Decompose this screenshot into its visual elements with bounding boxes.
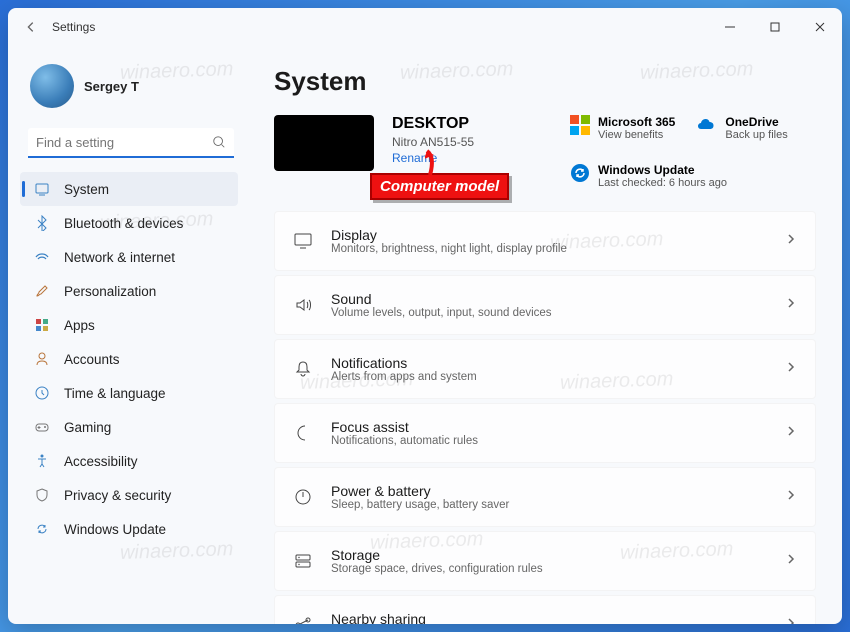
- sidebar-item-bluetooth-devices[interactable]: Bluetooth & devices: [20, 206, 238, 240]
- setting-nearby-sharing[interactable]: Nearby sharingDiscoverability, received …: [274, 595, 816, 624]
- m365-card[interactable]: Microsoft 365View benefits: [570, 115, 675, 141]
- update-icon: [34, 521, 50, 537]
- privacy-icon: [34, 487, 50, 503]
- setting-sound[interactable]: SoundVolume levels, output, input, sound…: [274, 275, 816, 335]
- system-icon: [34, 181, 50, 197]
- callout-label: Computer model: [370, 173, 509, 200]
- sidebar-item-system[interactable]: System: [20, 172, 238, 206]
- sidebar-item-label: Personalization: [64, 284, 156, 299]
- sidebar-item-gaming[interactable]: Gaming: [20, 410, 238, 444]
- storage-icon: [293, 551, 313, 571]
- chevron-right-icon: [785, 616, 797, 624]
- card-title: Sound: [331, 291, 785, 307]
- card-title: Power & battery: [331, 483, 785, 499]
- accessibility-icon: [34, 453, 50, 469]
- update-card[interactable]: Windows UpdateLast checked: 6 hours ago: [570, 163, 826, 189]
- search-icon: [212, 135, 226, 154]
- moon-icon: [293, 423, 313, 443]
- m365-icon: [570, 115, 590, 135]
- bell-icon: [293, 359, 313, 379]
- setting-notifications[interactable]: NotificationsAlerts from apps and system: [274, 339, 816, 399]
- sidebar-item-label: Bluetooth & devices: [64, 216, 183, 231]
- sidebar-item-label: Accessibility: [64, 454, 138, 469]
- onedrive-icon: [697, 115, 717, 135]
- sidebar-item-label: System: [64, 182, 109, 197]
- callout-arrow-icon: [425, 147, 485, 177]
- avatar: [30, 64, 74, 108]
- window-controls: [707, 8, 842, 46]
- brush-icon: [34, 283, 50, 299]
- sidebar-item-apps[interactable]: Apps: [20, 308, 238, 342]
- sidebar-item-privacy-security[interactable]: Privacy & security: [20, 478, 238, 512]
- profile-name: Sergey T: [84, 79, 139, 94]
- sidebar-item-accessibility[interactable]: Accessibility: [20, 444, 238, 478]
- account-icon: [34, 351, 50, 367]
- setting-power-battery[interactable]: Power & batterySleep, battery usage, bat…: [274, 467, 816, 527]
- sidebar-item-label: Apps: [64, 318, 95, 333]
- page-title: System: [274, 66, 828, 97]
- card-subtitle: Storage space, drives, configuration rul…: [331, 563, 785, 575]
- annotation-callout: Computer model: [370, 173, 509, 200]
- onedrive-card[interactable]: OneDriveBack up files: [697, 115, 787, 141]
- gaming-icon: [34, 419, 50, 435]
- back-button[interactable]: [22, 18, 40, 36]
- sound-icon: [293, 295, 313, 315]
- hero: DESKTOP Nitro AN515-55 Rename Microsoft …: [274, 115, 826, 189]
- display-icon: [293, 231, 313, 251]
- pc-thumbnail: [274, 115, 374, 171]
- apps-icon: [34, 317, 50, 333]
- main: System DESKTOP Nitro AN515-55 Rename Mic…: [248, 46, 842, 624]
- sidebar-item-personalization[interactable]: Personalization: [20, 274, 238, 308]
- time-icon: [34, 385, 50, 401]
- sidebar: Sergey T System Bluetooth & devices Networ…: [8, 46, 248, 624]
- card-title: Focus assist: [331, 419, 785, 435]
- power-icon: [293, 487, 313, 507]
- sidebar-item-windows-update[interactable]: Windows Update: [20, 512, 238, 546]
- sidebar-item-label: Privacy & security: [64, 488, 171, 503]
- sidebar-item-label: Accounts: [64, 352, 120, 367]
- maximize-button[interactable]: [752, 8, 797, 46]
- close-button[interactable]: [797, 8, 842, 46]
- chevron-right-icon: [785, 424, 797, 442]
- card-title: Notifications: [331, 355, 785, 371]
- minimize-button[interactable]: [707, 8, 752, 46]
- card-title: Nearby sharing: [331, 611, 785, 624]
- settings-window: Settings Sergey T System Bluetooth & devi…: [8, 8, 842, 624]
- chevron-right-icon: [785, 232, 797, 250]
- setting-display[interactable]: DisplayMonitors, brightness, night light…: [274, 211, 816, 271]
- chevron-right-icon: [785, 488, 797, 506]
- share-icon: [293, 615, 313, 624]
- back-arrow-icon: [24, 20, 38, 34]
- update-icon: [570, 163, 590, 183]
- card-title: Storage: [331, 547, 785, 563]
- card-subtitle: Volume levels, output, input, sound devi…: [331, 307, 785, 319]
- sidebar-item-label: Time & language: [64, 386, 166, 401]
- chevron-right-icon: [785, 360, 797, 378]
- chevron-right-icon: [785, 552, 797, 570]
- setting-storage[interactable]: StorageStorage space, drives, configurat…: [274, 531, 816, 591]
- network-icon: [34, 249, 50, 265]
- search-input[interactable]: [28, 128, 234, 158]
- settings-list: DisplayMonitors, brightness, night light…: [274, 211, 826, 624]
- sidebar-item-accounts[interactable]: Accounts: [20, 342, 238, 376]
- setting-focus-assist[interactable]: Focus assistNotifications, automatic rul…: [274, 403, 816, 463]
- sidebar-item-label: Windows Update: [64, 522, 166, 537]
- sidebar-item-network-internet[interactable]: Network & internet: [20, 240, 238, 274]
- sidebar-item-label: Network & internet: [64, 250, 175, 265]
- chevron-right-icon: [785, 296, 797, 314]
- nav: System Bluetooth & devices Network & inter…: [20, 172, 248, 546]
- card-subtitle: Notifications, automatic rules: [331, 435, 785, 447]
- pc-name: DESKTOP: [392, 115, 552, 133]
- card-title: Display: [331, 227, 785, 243]
- titlebar: Settings: [8, 8, 842, 46]
- card-subtitle: Sleep, battery usage, battery saver: [331, 499, 785, 511]
- sidebar-item-time-language[interactable]: Time & language: [20, 376, 238, 410]
- sidebar-item-label: Gaming: [64, 420, 111, 435]
- card-subtitle: Monitors, brightness, night light, displ…: [331, 243, 785, 255]
- window-title: Settings: [52, 20, 95, 34]
- card-subtitle: Alerts from apps and system: [331, 371, 785, 383]
- bluetooth-icon: [34, 215, 50, 231]
- profile[interactable]: Sergey T: [20, 54, 248, 124]
